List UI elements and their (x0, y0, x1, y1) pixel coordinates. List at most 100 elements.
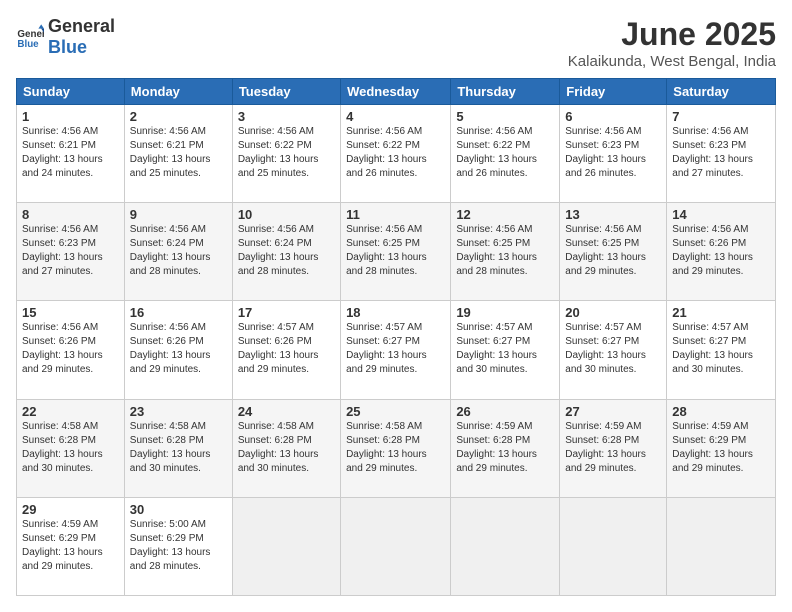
day-number: 14 (672, 207, 770, 222)
day-info: Sunrise: 4:57 AMSunset: 6:27 PMDaylight:… (346, 322, 427, 375)
day-number: 13 (565, 207, 661, 222)
table-row: 23Sunrise: 4:58 AMSunset: 6:28 PMDayligh… (124, 399, 232, 497)
logo-icon: General Blue (16, 23, 44, 51)
table-row: 21 Sunrise: 4:57 AMSunset: 6:27 PMDayligh… (667, 301, 776, 399)
table-row: 20Sunrise: 4:57 AMSunset: 6:27 PMDayligh… (560, 301, 667, 399)
day-info: Sunrise: 4:58 AMSunset: 6:28 PMDaylight:… (22, 421, 103, 474)
table-row: 10 Sunrise: 4:56 AMSunset: 6:24 PMDayligh… (232, 203, 340, 301)
table-row: 7 Sunrise: 4:56 AMSunset: 6:23 PMDaylight… (667, 105, 776, 203)
day-number: 5 (456, 109, 554, 124)
calendar-row: 15 Sunrise: 4:56 AMSunset: 6:26 PMDayligh… (17, 301, 776, 399)
calendar-row: 22 Sunrise: 4:58 AMSunset: 6:28 PMDayligh… (17, 399, 776, 497)
day-number: 26 (456, 404, 554, 419)
day-number: 27 (565, 404, 661, 419)
header-wednesday: Wednesday (341, 79, 451, 105)
day-info: Sunrise: 4:56 AMSunset: 6:25 PMDaylight:… (565, 224, 646, 277)
day-number: 3 (238, 109, 335, 124)
table-row: 27 Sunrise: 4:59 AMSunset: 6:28 PMDayligh… (560, 399, 667, 497)
calendar-header-row: Sunday Monday Tuesday Wednesday Thursday… (17, 79, 776, 105)
day-number: 19 (456, 305, 554, 320)
day-info: Sunrise: 4:56 AMSunset: 6:22 PMDaylight:… (238, 126, 319, 179)
table-row (232, 497, 340, 595)
day-number: 24 (238, 404, 335, 419)
day-number: 17 (238, 305, 335, 320)
day-number: 4 (346, 109, 445, 124)
day-info: Sunrise: 4:56 AMSunset: 6:24 PMDaylight:… (130, 224, 211, 277)
day-number: 21 (672, 305, 770, 320)
day-number: 18 (346, 305, 445, 320)
day-number: 6 (565, 109, 661, 124)
table-row: 15 Sunrise: 4:56 AMSunset: 6:26 PMDayligh… (17, 301, 125, 399)
table-row: 29 Sunrise: 4:59 AMSunset: 6:29 PMDayligh… (17, 497, 125, 595)
table-row: 4 Sunrise: 4:56 AMSunset: 6:22 PMDaylight… (341, 105, 451, 203)
day-number: 15 (22, 305, 119, 320)
calendar-row: 29 Sunrise: 4:59 AMSunset: 6:29 PMDayligh… (17, 497, 776, 595)
table-row: 5Sunrise: 4:56 AMSunset: 6:22 PMDaylight… (451, 105, 560, 203)
day-number: 25 (346, 404, 445, 419)
table-row: 11 Sunrise: 4:56 AMSunset: 6:25 PMDayligh… (341, 203, 451, 301)
table-row: 17 Sunrise: 4:57 AMSunset: 6:26 PMDayligh… (232, 301, 340, 399)
table-row: 25Sunrise: 4:58 AMSunset: 6:28 PMDayligh… (341, 399, 451, 497)
table-row: 19 Sunrise: 4:57 AMSunset: 6:27 PMDayligh… (451, 301, 560, 399)
header-friday: Friday (560, 79, 667, 105)
table-row (667, 497, 776, 595)
table-row: 12 Sunrise: 4:56 AMSunset: 6:25 PMDayligh… (451, 203, 560, 301)
day-number: 16 (130, 305, 227, 320)
logo-text: General Blue (48, 16, 115, 58)
page: General Blue General Blue June 2025 Kala… (0, 0, 792, 612)
day-info: Sunrise: 4:56 AMSunset: 6:25 PMDaylight:… (346, 224, 427, 277)
day-number: 22 (22, 404, 119, 419)
day-info: Sunrise: 4:56 AMSunset: 6:22 PMDaylight:… (346, 126, 427, 179)
table-row (560, 497, 667, 595)
header-monday: Monday (124, 79, 232, 105)
day-info: Sunrise: 4:57 AMSunset: 6:27 PMDaylight:… (456, 322, 537, 375)
day-number: 28 (672, 404, 770, 419)
title-block: June 2025 Kalaikunda, West Bengal, India (568, 16, 776, 70)
table-row (451, 497, 560, 595)
table-row: 8Sunrise: 4:56 AMSunset: 6:23 PMDaylight… (17, 203, 125, 301)
table-row: 9 Sunrise: 4:56 AMSunset: 6:24 PMDaylight… (124, 203, 232, 301)
day-info: Sunrise: 4:58 AMSunset: 6:28 PMDaylight:… (238, 421, 319, 474)
table-row: 22 Sunrise: 4:58 AMSunset: 6:28 PMDayligh… (17, 399, 125, 497)
header-tuesday: Tuesday (232, 79, 340, 105)
main-title: June 2025 (568, 16, 776, 53)
day-info: Sunrise: 4:56 AMSunset: 6:23 PMDaylight:… (565, 126, 646, 179)
table-row: 18 Sunrise: 4:57 AMSunset: 6:27 PMDayligh… (341, 301, 451, 399)
day-info: Sunrise: 4:57 AMSunset: 6:27 PMDaylight:… (672, 322, 753, 375)
table-row: 26Sunrise: 4:59 AMSunset: 6:28 PMDayligh… (451, 399, 560, 497)
day-info: Sunrise: 4:56 AMSunset: 6:24 PMDaylight:… (238, 224, 319, 277)
day-number: 9 (130, 207, 227, 222)
day-info: Sunrise: 4:56 AMSunset: 6:26 PMDaylight:… (22, 322, 103, 375)
day-number: 29 (22, 502, 119, 517)
header: General Blue General Blue June 2025 Kala… (16, 16, 776, 70)
day-number: 7 (672, 109, 770, 124)
day-number: 11 (346, 207, 445, 222)
table-row: 24 Sunrise: 4:58 AMSunset: 6:28 PMDayligh… (232, 399, 340, 497)
header-sunday: Sunday (17, 79, 125, 105)
day-info: Sunrise: 4:57 AMSunset: 6:26 PMDaylight:… (238, 322, 319, 375)
day-info: Sunrise: 4:56 AMSunset: 6:21 PMDaylight:… (130, 126, 211, 179)
day-number: 8 (22, 207, 119, 222)
day-number: 30 (130, 502, 227, 517)
table-row: 1Sunrise: 4:56 AMSunset: 6:21 PMDaylight… (17, 105, 125, 203)
day-number: 1 (22, 109, 119, 124)
calendar-table: Sunday Monday Tuesday Wednesday Thursday… (16, 78, 776, 596)
day-number: 12 (456, 207, 554, 222)
table-row: 30Sunrise: 5:00 AMSunset: 6:29 PMDayligh… (124, 497, 232, 595)
table-row: 16 Sunrise: 4:56 AMSunset: 6:26 PMDayligh… (124, 301, 232, 399)
day-info: Sunrise: 4:59 AMSunset: 6:28 PMDaylight:… (565, 421, 646, 474)
table-row: 6 Sunrise: 4:56 AMSunset: 6:23 PMDaylight… (560, 105, 667, 203)
table-row: 2Sunrise: 4:56 AMSunset: 6:21 PMDaylight… (124, 105, 232, 203)
day-number: 10 (238, 207, 335, 222)
day-info: Sunrise: 4:59 AMSunset: 6:29 PMDaylight:… (672, 421, 753, 474)
calendar-row: 8Sunrise: 4:56 AMSunset: 6:23 PMDaylight… (17, 203, 776, 301)
table-row: 13 Sunrise: 4:56 AMSunset: 6:25 PMDayligh… (560, 203, 667, 301)
svg-text:Blue: Blue (17, 39, 39, 50)
day-info: Sunrise: 4:58 AMSunset: 6:28 PMDaylight:… (130, 421, 211, 474)
day-info: Sunrise: 4:56 AMSunset: 6:23 PMDaylight:… (672, 126, 753, 179)
day-info: Sunrise: 4:56 AMSunset: 6:26 PMDaylight:… (130, 322, 211, 375)
subtitle: Kalaikunda, West Bengal, India (568, 53, 776, 70)
day-info: Sunrise: 4:59 AMSunset: 6:29 PMDaylight:… (22, 519, 103, 572)
day-number: 20 (565, 305, 661, 320)
day-info: Sunrise: 4:56 AMSunset: 6:25 PMDaylight:… (456, 224, 537, 277)
